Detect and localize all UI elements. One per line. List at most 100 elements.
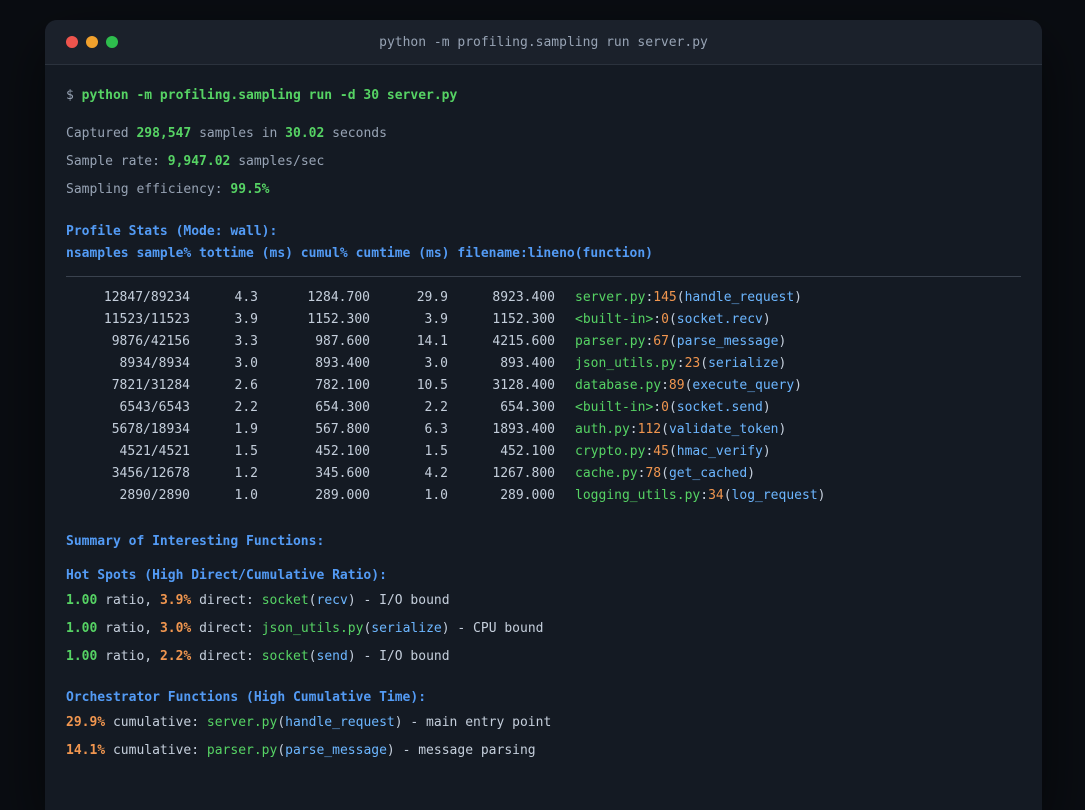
col-tottime: 782.100 xyxy=(315,378,370,393)
col-tottime: 452.100 xyxy=(315,444,370,459)
col-sample-pct: 1.2 xyxy=(234,466,258,481)
hot-spot-item: 1.00 ratio, 2.2% direct: socket(send) - … xyxy=(66,648,1021,666)
open-paren: ( xyxy=(723,488,732,503)
open-paren: ( xyxy=(277,715,286,730)
cumulative-pct: 14.1% xyxy=(66,743,106,758)
col-cumtime: 1893.400 xyxy=(492,422,555,437)
close-paren: ) xyxy=(747,466,756,481)
col-tottime: 893.400 xyxy=(315,356,370,371)
cumulative-label: cumulative: xyxy=(105,715,207,730)
function-name: socket.send xyxy=(676,400,763,415)
stats-row: 2890/2890 1.0 289.000 1.0 289.000 logging_uti… xyxy=(66,485,1021,507)
col-tottime: 345.600 xyxy=(315,466,370,481)
colon-punctuation: : xyxy=(653,400,662,415)
stats-header-text: nsamples sample% tottime (ms) cumul% cum… xyxy=(66,246,653,261)
colon-punctuation: : xyxy=(661,378,669,393)
stats-row: 8934/8934 3.0 893.400 3.0 893.400 json_utils.… xyxy=(66,353,1021,375)
function-name: send xyxy=(316,649,348,664)
open-paren: ( xyxy=(668,444,677,459)
hot-spots-title-text: Hot Spots (High Direct/Cumulative Ratio)… xyxy=(66,568,387,583)
captured-unit: seconds xyxy=(324,126,387,141)
line-number: 145 xyxy=(653,290,677,305)
col-nsamples: 2890/2890 xyxy=(119,488,190,503)
role-note: - message parsing xyxy=(394,743,536,758)
file-name: crypto.py xyxy=(575,444,646,459)
ratio-label: ratio, xyxy=(97,649,160,664)
terminal-window: python -m profiling.sampling run server.… xyxy=(45,20,1042,810)
bound-note: - I/O bound xyxy=(355,649,450,664)
ratio-value: 1.00 xyxy=(66,593,98,608)
stats-title: Profile Stats (Mode: wall): xyxy=(66,223,1021,241)
line-number: 112 xyxy=(637,422,662,437)
close-paren: ) xyxy=(441,621,450,636)
open-paren: ( xyxy=(661,466,669,481)
module-name: parser.py xyxy=(206,743,278,758)
stats-row: 7821/31284 2.6 782.100 10.5 3128.400 database… xyxy=(66,375,1021,397)
col-tottime: 289.000 xyxy=(315,488,370,503)
col-sample-pct: 2.6 xyxy=(234,378,258,393)
col-cumul-pct: 10.5 xyxy=(416,378,448,393)
line-number: 45 xyxy=(653,444,669,459)
close-paren: ) xyxy=(762,312,771,327)
command-line: $ python -m profiling.sampling run -d 30… xyxy=(66,87,1021,105)
cumulative-label: cumulative: xyxy=(105,743,207,758)
direct-label: direct: xyxy=(191,621,262,636)
colon-punctuation: : xyxy=(676,356,685,371)
col-cumul-pct: 1.0 xyxy=(424,488,448,503)
col-cumtime: 1267.800 xyxy=(492,466,555,481)
function-name: execute_query xyxy=(692,378,795,393)
function-name: recv xyxy=(316,593,348,608)
file-name: json_utils.py xyxy=(575,356,677,371)
col-sample-pct: 1.0 xyxy=(234,488,258,503)
orchestrator-title-text: Orchestrator Functions (High Cumulative … xyxy=(66,690,427,705)
close-button[interactable] xyxy=(66,36,78,48)
close-paren: ) xyxy=(778,334,787,349)
col-sample-pct: 3.0 xyxy=(234,356,258,371)
col-cumul-pct: 4.2 xyxy=(424,466,448,481)
shell-prompt: $ xyxy=(66,88,82,103)
maximize-button[interactable] xyxy=(106,36,118,48)
function-name: parse_message xyxy=(676,334,779,349)
efficiency-line: Sampling efficiency: 99.5% xyxy=(66,181,1021,199)
direct-pct: 2.2% xyxy=(159,649,192,664)
file-name: parser.py xyxy=(575,334,646,349)
file-name: auth.py xyxy=(575,422,630,437)
minimize-button[interactable] xyxy=(86,36,98,48)
close-paren: ) xyxy=(386,743,395,758)
location-cell: <built-in>:0(socket.send) xyxy=(575,400,771,415)
col-tottime: 1284.700 xyxy=(307,290,370,305)
col-tottime: 567.800 xyxy=(315,422,370,437)
stats-header: nsamples sample% tottime (ms) cumul% cum… xyxy=(66,245,1021,263)
function-name: hmac_verify xyxy=(676,444,763,459)
close-paren: ) xyxy=(394,715,403,730)
orchestrator-item: 14.1% cumulative: parser.py(parse_messag… xyxy=(66,742,1021,760)
function-name: serialize xyxy=(708,356,779,371)
file-name: database.py xyxy=(575,378,662,393)
file-name: <built-in> xyxy=(575,312,654,327)
ratio-label: ratio, xyxy=(97,621,160,636)
efficiency-value: 99.5% xyxy=(230,182,270,197)
line-number: 34 xyxy=(708,488,724,503)
col-sample-pct: 3.9 xyxy=(234,312,258,327)
col-cumtime: 452.100 xyxy=(500,444,555,459)
orchestrator-title: Orchestrator Functions (High Cumulative … xyxy=(66,689,1021,707)
open-paren: ( xyxy=(700,356,709,371)
col-cumul-pct: 1.5 xyxy=(424,444,448,459)
terminal-content[interactable]: $ python -m profiling.sampling run -d 30… xyxy=(45,65,1042,760)
function-name: handle_request xyxy=(285,715,395,730)
col-nsamples: 5678/18934 xyxy=(111,422,190,437)
open-paren: ( xyxy=(668,400,677,415)
direct-label: direct: xyxy=(191,593,262,608)
file-name: cache.py xyxy=(575,466,638,481)
location-cell: json_utils.py:23(serialize) xyxy=(575,356,786,371)
line-number: 23 xyxy=(684,356,701,371)
col-cumtime: 1152.300 xyxy=(492,312,555,327)
col-nsamples: 3456/12678 xyxy=(111,466,190,481)
col-cumtime: 8923.400 xyxy=(492,290,555,305)
col-cumtime: 654.300 xyxy=(500,400,555,415)
ratio-label: ratio, xyxy=(97,593,160,608)
captured-label: Captured xyxy=(66,126,137,141)
orchestrator-item: 29.9% cumulative: server.py(handle_reque… xyxy=(66,714,1021,732)
role-note: - main entry point xyxy=(402,715,552,730)
titlebar[interactable]: python -m profiling.sampling run server.… xyxy=(45,20,1042,65)
